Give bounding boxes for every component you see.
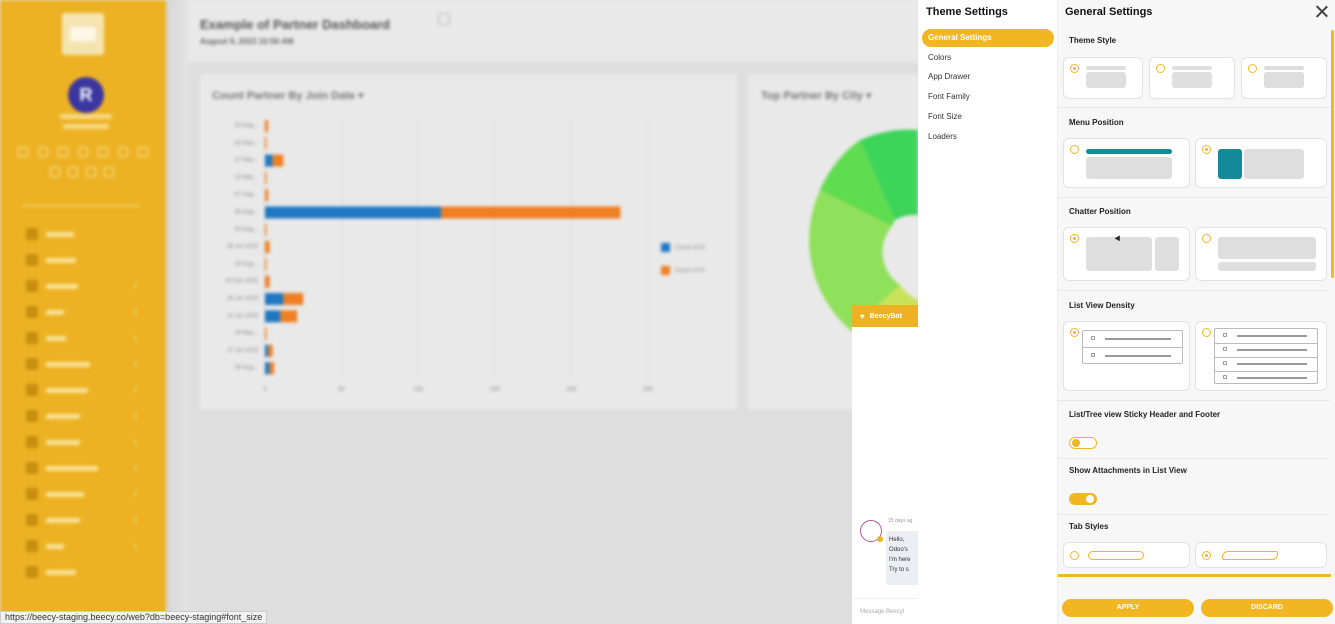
- style-preview: [1264, 66, 1304, 70]
- chatter-position-side[interactable]: [1063, 227, 1190, 281]
- nav-font-size[interactable]: Font Size: [922, 108, 1054, 126]
- nav-colors[interactable]: Colors: [922, 49, 1054, 67]
- sidebar-menu-item[interactable]: [26, 481, 136, 507]
- divider: [1058, 290, 1330, 291]
- sidebar-menu-item[interactable]: [26, 533, 136, 559]
- general-settings-panel: General Settings Theme Style Menu Positi…: [1058, 0, 1335, 624]
- radio-button[interactable]: [1202, 551, 1211, 560]
- donut-chart: [809, 129, 918, 370]
- menu-position-top[interactable]: [1063, 138, 1190, 188]
- list-preview: [1214, 328, 1318, 384]
- donut-hole: [888, 225, 918, 285]
- chatter-preview: [1218, 262, 1316, 271]
- radio-button[interactable]: [1202, 145, 1211, 154]
- chat-widget: ♥ BeecyBot 15 days ag Hello, Odoo's I'm …: [852, 305, 926, 624]
- list-density-compact[interactable]: [1063, 321, 1190, 391]
- divider: [1058, 107, 1330, 108]
- style-preview: [1264, 72, 1304, 88]
- divider: [1058, 400, 1330, 401]
- content-preview: [1244, 149, 1304, 179]
- sticky-header-toggle[interactable]: [1069, 437, 1097, 449]
- tab-style-option-2[interactable]: [1195, 542, 1327, 568]
- form-preview: [1218, 237, 1316, 259]
- menu-preview-top: [1086, 149, 1172, 154]
- sidebar-menu-item[interactable]: [26, 429, 136, 455]
- heart-icon: ♥: [860, 311, 865, 321]
- radio-button[interactable]: [1202, 234, 1211, 243]
- list-density-label: List View Density: [1069, 301, 1135, 310]
- chat-header[interactable]: ♥ BeecyBot: [852, 305, 918, 327]
- style-preview: [1172, 66, 1212, 70]
- style-preview: [1086, 72, 1126, 88]
- show-attachments-toggle[interactable]: [1069, 493, 1097, 505]
- style-preview: [1086, 66, 1126, 70]
- theme-settings-title: Theme Settings: [926, 6, 1008, 18]
- style-preview: [1172, 72, 1212, 88]
- close-icon[interactable]: [1314, 4, 1330, 20]
- chat-input[interactable]: Message Beecyl: [852, 598, 918, 624]
- chatter-position-bottom[interactable]: [1195, 227, 1327, 281]
- tab-style-underline: [1058, 574, 1331, 577]
- apply-button[interactable]: APPLY: [1062, 599, 1194, 617]
- menu-preview-side: [1218, 149, 1242, 179]
- list-density-comfortable[interactable]: [1195, 321, 1327, 391]
- radio-button[interactable]: [1070, 145, 1079, 154]
- list-preview: [1082, 330, 1183, 364]
- status-bar-url: https://beecy-staging.beecy.co/web?db=be…: [0, 611, 268, 624]
- discard-button[interactable]: DISCARD: [1201, 599, 1333, 617]
- theme-style-label: Theme Style: [1069, 36, 1117, 45]
- chatter-preview: [1155, 237, 1179, 271]
- tab-style-preview: [1222, 551, 1278, 560]
- menu-position-side[interactable]: [1195, 138, 1327, 188]
- content-preview: [1086, 157, 1172, 179]
- theme-style-option-1[interactable]: [1063, 57, 1143, 99]
- theme-style-option-3[interactable]: [1241, 57, 1327, 99]
- radio-button[interactable]: [1070, 551, 1079, 560]
- divider: [1058, 458, 1330, 459]
- tab-style-option-1[interactable]: [1063, 542, 1190, 568]
- divider: [1058, 514, 1330, 515]
- sidebar-menu-item[interactable]: [26, 507, 136, 533]
- radio-button[interactable]: [1070, 328, 1079, 337]
- sticky-header-label: List/Tree view Sticky Header and Footer: [1069, 410, 1221, 419]
- divider: [1058, 197, 1330, 198]
- tab-style-preview: [1088, 551, 1144, 560]
- radio-button[interactable]: [1070, 234, 1079, 243]
- form-preview: [1086, 237, 1152, 271]
- settings-scrollbar[interactable]: [1331, 30, 1334, 278]
- sidebar-menu-item[interactable]: [26, 559, 136, 585]
- radio-button[interactable]: [1156, 64, 1165, 73]
- theme-style-option-2[interactable]: [1149, 57, 1235, 99]
- radio-button[interactable]: [1248, 64, 1257, 73]
- bot-avatar: [860, 520, 883, 542]
- nav-font-family[interactable]: Font Family: [922, 88, 1054, 106]
- menu-position-label: Menu Position: [1069, 118, 1124, 127]
- nav-loaders[interactable]: Loaders: [922, 128, 1054, 146]
- nav-general-settings[interactable]: General Settings: [922, 29, 1054, 47]
- radio-button[interactable]: [1202, 328, 1211, 337]
- radio-button[interactable]: [1070, 64, 1079, 73]
- tab-styles-label: Tab Styles: [1069, 522, 1109, 531]
- chat-bot-name: BeecyBot: [869, 312, 903, 320]
- chatter-position-label: Chatter Position: [1069, 207, 1131, 216]
- background-app: R Example of Partner Dashboard August 9,…: [0, 0, 918, 624]
- nav-app-drawer[interactable]: App Drawer: [922, 68, 1054, 86]
- sidebar-menu-item[interactable]: [26, 455, 136, 481]
- general-settings-title: General Settings: [1065, 6, 1153, 18]
- show-attachments-label: Show Attachments in List View: [1069, 466, 1187, 475]
- theme-settings-panel: Theme Settings General Settings Colors A…: [918, 0, 1058, 624]
- chat-time: 15 days ag: [888, 518, 913, 524]
